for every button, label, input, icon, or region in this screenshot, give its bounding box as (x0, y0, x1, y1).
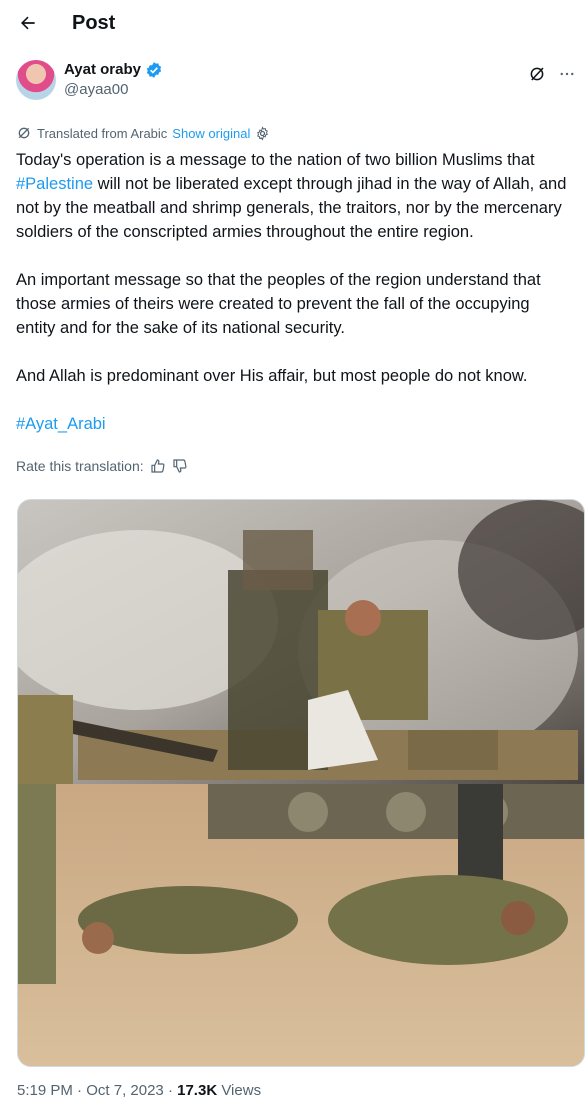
settings-icon[interactable] (255, 125, 270, 141)
rate-translation: Rate this translation: (0, 454, 585, 478)
author-row: Ayat oraby @ayaa00 (0, 46, 585, 100)
more-icon (560, 72, 574, 76)
grok-icon (530, 67, 544, 81)
author-handle[interactable]: @ayaa00 (64, 80, 163, 100)
page-title: Post (72, 11, 116, 34)
verified-badge-icon (146, 62, 162, 78)
thumbs-up-icon[interactable] (150, 458, 166, 474)
back-arrow-icon (21, 16, 35, 30)
rate-label: Rate this translation: (16, 458, 144, 474)
translated-label: Translated from Arabic (37, 125, 168, 141)
post-meta: 5:19 PM · Oct 7, 2023 · 17.3K Views (17, 1082, 262, 1099)
views-count: 17.3K (177, 1082, 218, 1099)
avatar[interactable] (16, 60, 56, 100)
post-date[interactable]: Oct 7, 2023 (86, 1082, 164, 1099)
hashtag-palestine[interactable]: #Palestine (16, 175, 93, 193)
post-text: Today's operation is a message to the na… (0, 148, 585, 436)
back-button[interactable] (16, 11, 40, 35)
hashtag-ayat-arabi[interactable]: #Ayat_Arabi (16, 415, 106, 433)
top-bar: Post (0, 0, 585, 46)
show-original-link[interactable]: Show original (172, 126, 250, 141)
author-name[interactable]: Ayat oraby (64, 60, 141, 80)
post-photo-collage (18, 500, 584, 1066)
post-time[interactable]: 5:19 PM (17, 1082, 73, 1099)
post-image[interactable] (17, 499, 585, 1067)
post-paragraph-3: And Allah is predominant over His affair… (16, 367, 528, 385)
translate-icon (18, 127, 30, 139)
grok-button[interactable] (527, 64, 547, 84)
post-paragraph-2: An important message so that the peoples… (16, 271, 541, 337)
more-button[interactable] (557, 64, 577, 84)
translation-notice: Translated from Arabic Show original (0, 124, 585, 142)
post-paragraph-1: Today's operation is a message to the na… (16, 151, 567, 241)
thumbs-down-icon[interactable] (172, 458, 188, 474)
views-label: Views (217, 1082, 262, 1099)
